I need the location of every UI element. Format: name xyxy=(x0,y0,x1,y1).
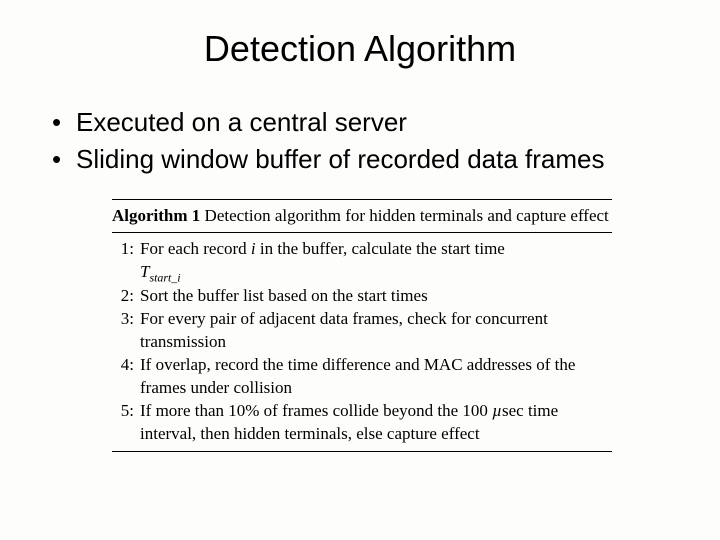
algorithm-step: 4: If overlap, record the time differenc… xyxy=(112,354,612,400)
bullet-item: Sliding window buffer of recorded data f… xyxy=(48,143,672,176)
bullet-list: Executed on a central server Sliding win… xyxy=(48,106,672,175)
slide: Detection Algorithm Executed on a centra… xyxy=(0,0,720,540)
step-number: 3: xyxy=(112,308,134,354)
slide-title: Detection Algorithm xyxy=(48,28,672,70)
step-number: 1: xyxy=(112,238,134,285)
algorithm-label: Algorithm 1 xyxy=(112,206,200,225)
step-text: If overlap, record the time difference a… xyxy=(140,354,612,400)
algorithm-step: 1: For each record i in the buffer, calc… xyxy=(112,238,612,285)
step-text: Sort the buffer list based on the start … xyxy=(140,285,612,308)
step-text: If more than 10% of frames collide beyon… xyxy=(140,400,612,446)
step-text: For every pair of adjacent data frames, … xyxy=(140,308,612,354)
algorithm-block: Algorithm 1 Detection algorithm for hidd… xyxy=(112,199,612,452)
algorithm-caption: Algorithm 1 Detection algorithm for hidd… xyxy=(112,203,612,229)
step-text: For each record i in the buffer, calcula… xyxy=(140,238,612,285)
step-number: 2: xyxy=(112,285,134,308)
algorithm-step: 3: For every pair of adjacent data frame… xyxy=(112,308,612,354)
algorithm-caption-text: Detection algorithm for hidden terminals… xyxy=(205,206,609,225)
step-number: 4: xyxy=(112,354,134,400)
step-number: 5: xyxy=(112,400,134,446)
algorithm-step: 5: If more than 10% of frames collide be… xyxy=(112,400,612,446)
algorithm-step: 2: Sort the buffer list based on the sta… xyxy=(112,285,612,308)
bullet-item: Executed on a central server xyxy=(48,106,672,139)
algorithm-steps: 1: For each record i in the buffer, calc… xyxy=(112,236,612,448)
